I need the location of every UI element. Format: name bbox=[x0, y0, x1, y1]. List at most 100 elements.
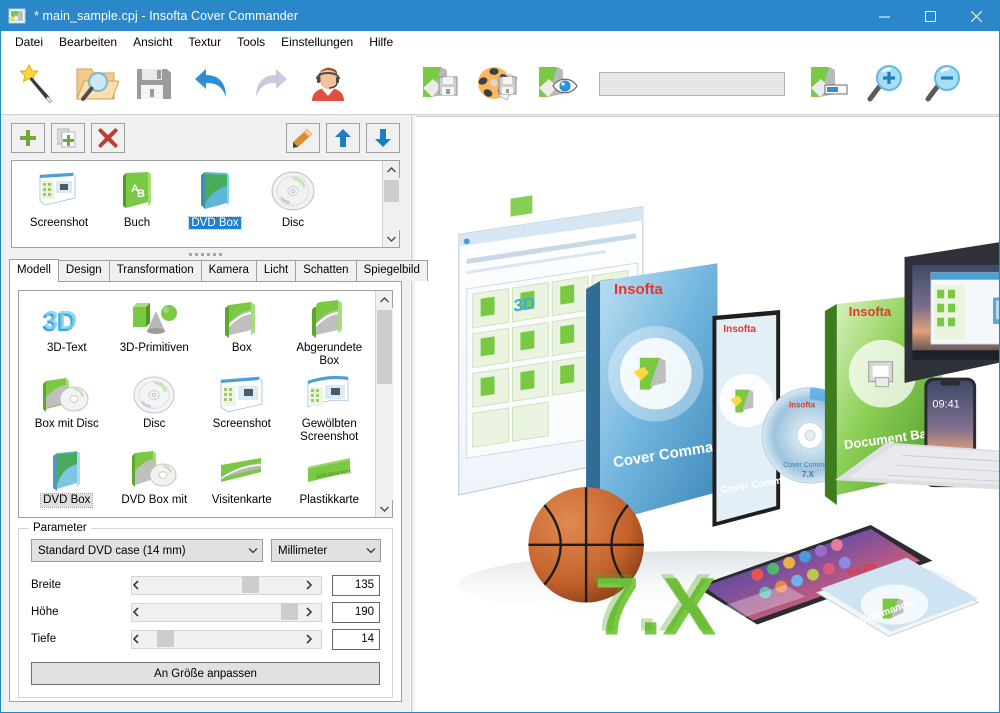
parameter-row-hoehe: Höhe 190 bbox=[31, 599, 380, 625]
model-item-box[interactable]: Box bbox=[198, 297, 286, 373]
model-gallery-scroll-thumb[interactable] bbox=[376, 310, 392, 384]
delete-object-button[interactable] bbox=[91, 123, 125, 153]
panel-splitter[interactable] bbox=[1, 248, 410, 260]
render-animation-button[interactable] bbox=[469, 57, 527, 111]
slider-left-arrow-icon[interactable] bbox=[132, 607, 148, 617]
preview-button[interactable] bbox=[527, 57, 585, 111]
tab-transformation[interactable]: Transformation bbox=[108, 260, 202, 281]
add-object-button[interactable] bbox=[11, 123, 45, 153]
model-item-box-with-disc[interactable]: Box mit Disc bbox=[23, 373, 111, 449]
model-item-rounded-box[interactable]: Abgerundete Box bbox=[286, 297, 374, 373]
model-item-dvd-box[interactable]: DVD Box bbox=[23, 449, 111, 517]
slider-left-arrow-icon[interactable] bbox=[132, 580, 148, 590]
new-wizard-button[interactable] bbox=[9, 57, 67, 111]
menu-hilfe[interactable]: Hilfe bbox=[361, 32, 401, 52]
zoom-out-button[interactable] bbox=[915, 57, 973, 111]
hoehe-slider[interactable] bbox=[131, 602, 322, 622]
tab-label: Design bbox=[65, 264, 102, 276]
undo-button[interactable] bbox=[183, 57, 241, 111]
rename-object-button[interactable] bbox=[286, 123, 320, 153]
breite-value-field[interactable]: 135 bbox=[332, 574, 380, 596]
model-item-disc[interactable]: Disc bbox=[111, 373, 199, 449]
model-item-3d-primitives[interactable]: 3D-Primitiven bbox=[111, 297, 199, 373]
tiefe-slider[interactable] bbox=[131, 629, 322, 649]
scroll-up-arrow-icon[interactable] bbox=[376, 291, 393, 308]
render-progress-bar[interactable] bbox=[599, 71, 785, 96]
breite-slider-track[interactable] bbox=[148, 575, 305, 595]
dvd-box-with-disc-icon bbox=[127, 449, 181, 491]
model-item-plastic-card[interactable]: 1234 5678 9012 Plastikkarte bbox=[286, 449, 374, 517]
minimize-button[interactable] bbox=[861, 1, 907, 31]
breite-slider-thumb[interactable] bbox=[242, 575, 260, 593]
tiefe-slider-track[interactable] bbox=[148, 629, 305, 649]
object-list-scrollbar[interactable] bbox=[382, 161, 400, 247]
tab-label: Spiegelbild bbox=[363, 264, 420, 276]
scroll-up-arrow-icon[interactable] bbox=[383, 161, 400, 178]
batch-render-button[interactable] bbox=[799, 57, 857, 111]
tab-kamera[interactable]: Kamera bbox=[200, 260, 257, 281]
parameter-label: Höhe bbox=[31, 606, 59, 618]
menu-ansicht[interactable]: Ansicht bbox=[125, 32, 180, 52]
menu-einstellungen[interactable]: Einstellungen bbox=[273, 32, 361, 52]
list-item[interactable]: DVD Box bbox=[176, 169, 254, 247]
model-item-curved-screenshot[interactable]: Gewölbten Screenshot bbox=[286, 373, 374, 449]
support-button[interactable] bbox=[299, 57, 357, 111]
disc-thumb-icon bbox=[269, 169, 317, 213]
model-item-screenshot[interactable]: Screenshot bbox=[198, 373, 286, 449]
redo-button[interactable] bbox=[241, 57, 299, 111]
menu-textur[interactable]: Textur bbox=[180, 32, 229, 52]
object-list[interactable]: Screenshot A B Buch DVD Box Disc bbox=[11, 160, 400, 248]
tab-schatten[interactable]: Schatten bbox=[295, 260, 357, 281]
save-project-button[interactable] bbox=[125, 57, 183, 111]
tiefe-slider-thumb[interactable] bbox=[157, 629, 175, 647]
menu-tools[interactable]: Tools bbox=[229, 32, 273, 52]
duplicate-object-button[interactable] bbox=[51, 123, 85, 153]
menu-bearbeiten[interactable]: Bearbeiten bbox=[51, 32, 125, 52]
model-gallery-scrollbar[interactable] bbox=[375, 291, 393, 517]
tab-licht[interactable]: Licht bbox=[255, 260, 297, 281]
save-image-button[interactable] bbox=[411, 57, 469, 111]
preset-dropdown[interactable]: Standard DVD case (14 mm) bbox=[31, 539, 263, 562]
render-preview-canvas[interactable]: 3D Insofta Cover Commander Insofta Cover… bbox=[416, 116, 999, 712]
list-item[interactable]: Screenshot bbox=[20, 169, 98, 247]
model-item-label: 3D-Text bbox=[46, 342, 87, 354]
list-item[interactable]: A B Buch bbox=[98, 169, 176, 247]
model-item-business-card[interactable]: Visitenkarte bbox=[198, 449, 286, 517]
model-item-dvd-box-with-disc[interactable]: DVD Box mit bbox=[111, 449, 199, 517]
unit-dropdown[interactable]: Millimeter bbox=[271, 539, 381, 562]
maximize-button[interactable] bbox=[907, 1, 953, 31]
tab-spiegelbild[interactable]: Spiegelbild bbox=[355, 260, 428, 281]
tiefe-value-field[interactable]: 14 bbox=[332, 628, 380, 650]
object-list-scroll-track[interactable] bbox=[382, 178, 400, 230]
hoehe-slider-track[interactable] bbox=[148, 602, 305, 622]
model-gallery-grid: 3D 3D 3D-Text 3D-Primitiven Box Abgerund… bbox=[19, 291, 375, 517]
slider-right-arrow-icon[interactable] bbox=[305, 580, 321, 590]
scroll-down-arrow-icon[interactable] bbox=[383, 230, 400, 247]
zoom-in-button[interactable] bbox=[857, 57, 915, 111]
slider-right-arrow-icon[interactable] bbox=[305, 607, 321, 617]
hoehe-value-field[interactable]: 190 bbox=[332, 601, 380, 623]
parameter-combos: Standard DVD case (14 mm) Millimeter bbox=[31, 539, 381, 562]
move-up-button[interactable] bbox=[326, 123, 360, 153]
model-item-label: Abgerundete Box bbox=[296, 342, 363, 367]
breite-slider[interactable] bbox=[131, 575, 322, 595]
scroll-down-arrow-icon[interactable] bbox=[376, 500, 393, 517]
slider-right-arrow-icon[interactable] bbox=[305, 634, 321, 644]
move-down-button[interactable] bbox=[366, 123, 400, 153]
list-item[interactable]: Disc bbox=[254, 169, 332, 247]
slider-left-arrow-icon[interactable] bbox=[132, 634, 148, 644]
list-item-label: DVD Box bbox=[188, 216, 242, 230]
hoehe-slider-thumb[interactable] bbox=[281, 602, 299, 620]
object-list-scroll-thumb[interactable] bbox=[383, 180, 399, 202]
menu-datei[interactable]: Datei bbox=[7, 32, 51, 52]
tab-modell[interactable]: Modell bbox=[9, 259, 59, 282]
fit-to-size-button[interactable]: An Größe anpassen bbox=[31, 662, 380, 685]
model-gallery[interactable]: 3D 3D 3D-Text 3D-Primitiven Box Abgerund… bbox=[18, 290, 393, 518]
batch-render-icon bbox=[805, 63, 851, 105]
open-project-button[interactable] bbox=[67, 57, 125, 111]
close-button[interactable] bbox=[953, 1, 999, 31]
tab-design[interactable]: Design bbox=[57, 260, 110, 281]
model-item-3d-text[interactable]: 3D 3D 3D-Text bbox=[23, 297, 111, 373]
model-gallery-scroll-track[interactable] bbox=[375, 308, 393, 500]
main-toolbar bbox=[1, 53, 999, 115]
